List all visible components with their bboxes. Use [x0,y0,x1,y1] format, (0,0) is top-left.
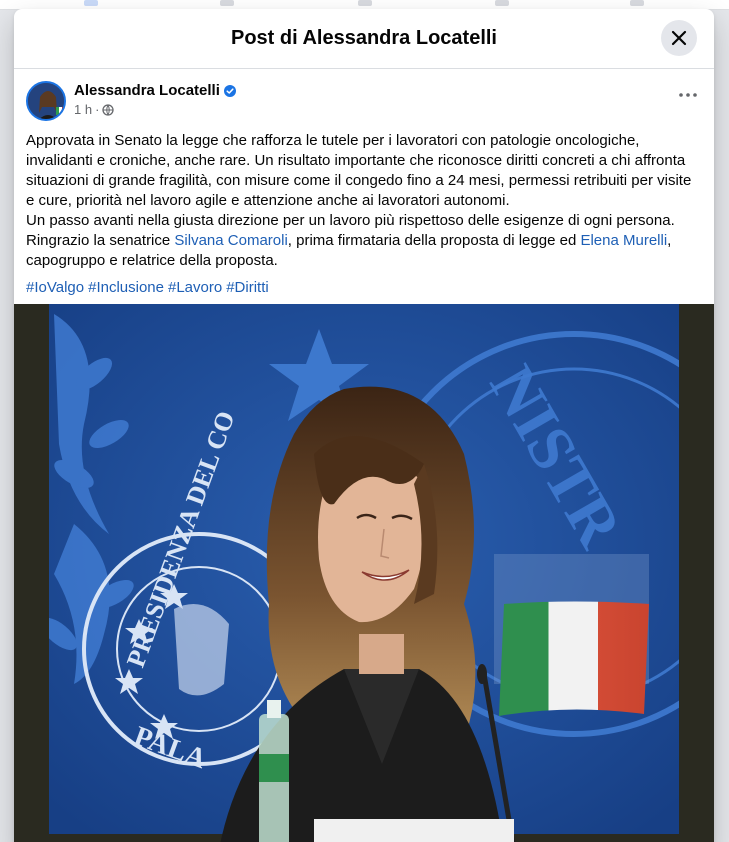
avatar-photo [28,83,64,119]
mention-link[interactable]: Silvana Comaroli [174,232,287,249]
hashtag-link[interactable]: #Inclusione [88,279,164,296]
post-dialog: Post di Alessandra Locatelli Alessandra … [14,9,714,842]
photo-image: NISTR PRESIDENZA DEL CO PALA [14,304,714,842]
post-text-fragment: Ringrazio la senatrice [26,232,175,249]
mention-link[interactable]: Elena Murelli [580,232,667,249]
dialog-header: Post di Alessandra Locatelli [14,9,714,69]
post-photo[interactable]: NISTR PRESIDENZA DEL CO PALA [14,304,714,842]
hashtag-list: #IoValgo #Inclusione #Lavoro #Diritti [14,271,714,298]
home-tab-icon [84,0,98,6]
dialog-title: Post di Alessandra Locatelli [230,27,497,49]
hashtag-link[interactable]: #IoValgo [26,279,84,296]
groups-tab-icon [495,0,509,6]
verified-badge-icon [223,84,236,97]
hashtag-link[interactable]: #Lavoro [168,279,222,296]
meta-separator: · [95,102,100,117]
globe-icon [102,103,115,116]
post-body: Approvata in Senato la legge che rafforz… [14,121,714,271]
close-button[interactable] [661,20,697,56]
post-timestamp[interactable]: 1 h [74,102,92,117]
close-icon [671,30,687,46]
hashtag-link[interactable]: #Diritti [226,279,269,296]
more-dots-icon [679,93,697,97]
video-tab-icon [220,0,234,6]
gaming-tab-icon [630,0,644,6]
author-name[interactable]: Alessandra Locatelli [74,82,220,99]
marketplace-tab-icon [358,0,372,6]
avatar[interactable] [26,81,66,121]
post-header: Alessandra Locatelli 1 h · [14,69,714,121]
post-paragraph-2: Un passo avanti nella giusta direzione p… [26,212,675,229]
more-options-button[interactable] [676,87,700,103]
post-paragraph-3: Ringrazio la senatrice Silvana Comaroli,… [26,231,702,271]
post-paragraph-1: Approvata in Senato la legge che rafforz… [26,132,692,209]
post-text-fragment: , prima firmataria della proposta di leg… [287,232,581,249]
post-meta: 1 h · [74,102,236,117]
